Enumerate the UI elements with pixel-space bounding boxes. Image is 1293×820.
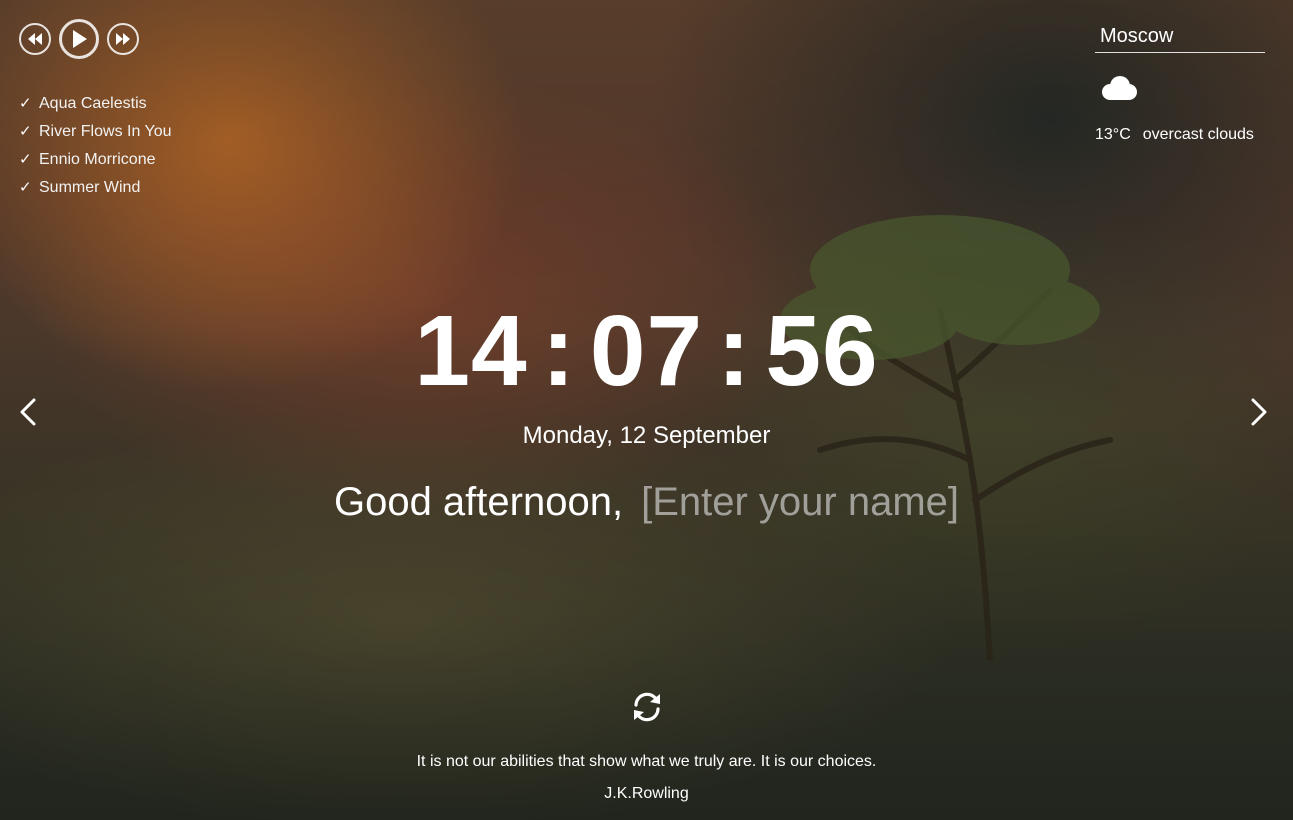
play-button[interactable]: [59, 19, 99, 59]
refresh-quote-button[interactable]: [630, 690, 664, 724]
playlist-item[interactable]: ✓ Aqua Caelestis: [19, 90, 172, 118]
clock-minutes: 07: [589, 295, 704, 407]
fast-forward-icon: [116, 33, 130, 45]
refresh-icon: [634, 692, 660, 722]
clock-hours: 14: [414, 295, 528, 407]
cloud-icon: [1102, 76, 1137, 100]
clock: 14:07:56: [0, 296, 1293, 406]
track-title: Aqua Caelestis: [39, 95, 147, 112]
check-icon: ✓: [19, 95, 32, 112]
clock-seconds: 56: [765, 295, 879, 407]
playlist-item[interactable]: ✓ Summer Wind: [19, 174, 172, 202]
temperature: 13°C: [1095, 126, 1131, 143]
name-input[interactable]: [Enter your name]: [641, 478, 959, 526]
track-title: Summer Wind: [39, 179, 141, 196]
check-icon: ✓: [19, 179, 32, 196]
playlist-item[interactable]: ✓ River Flows In You: [19, 118, 172, 146]
next-track-button[interactable]: [107, 23, 139, 55]
track-title: River Flows In You: [39, 123, 172, 140]
play-icon: [73, 30, 87, 48]
greeting: Good afternoon, [Enter your name]: [0, 478, 1293, 526]
greeting-text: Good afternoon,: [333, 480, 624, 524]
clock-separator: :: [717, 295, 752, 407]
previous-track-button[interactable]: [19, 23, 51, 55]
playlist: ✓ Aqua Caelestis ✓ River Flows In You ✓ …: [19, 90, 172, 202]
weather-widget: Moscow 13°C overcast clouds: [1095, 20, 1265, 144]
playlist-item[interactable]: ✓ Ennio Morricone: [19, 146, 172, 174]
clock-separator: :: [541, 295, 576, 407]
track-title: Ennio Morricone: [39, 151, 156, 168]
audio-player: [19, 19, 139, 59]
quote-author: J.K.Rowling: [604, 785, 689, 802]
weather-info: 13°C overcast clouds: [1095, 126, 1265, 144]
check-icon: ✓: [19, 123, 32, 140]
quote-text: It is not our abilities that show what w…: [416, 753, 877, 770]
weather-description: overcast clouds: [1142, 126, 1254, 143]
rewind-icon: [28, 33, 42, 45]
check-icon: ✓: [19, 151, 32, 168]
date-display: Monday, 12 September: [522, 422, 771, 449]
city-input[interactable]: Moscow: [1095, 20, 1265, 53]
